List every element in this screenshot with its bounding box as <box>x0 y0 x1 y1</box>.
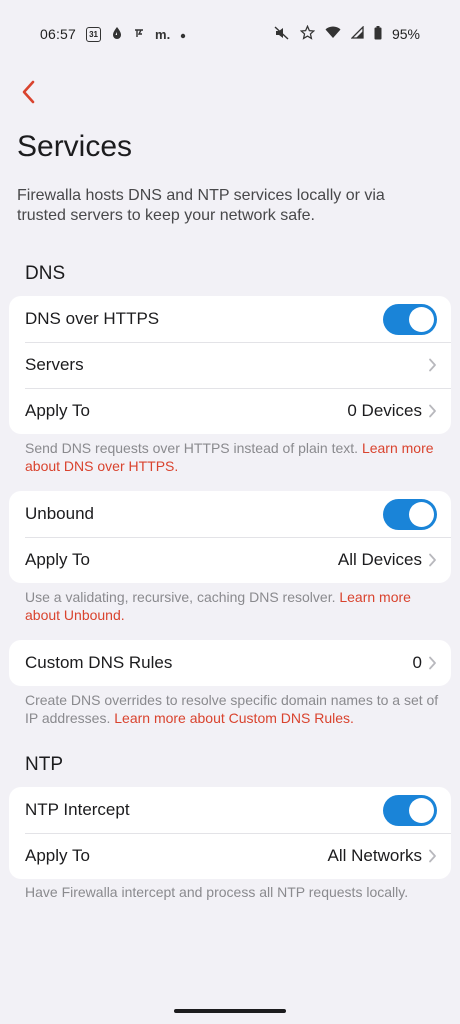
doh-note-text: Send DNS requests over HTTPS instead of … <box>25 440 362 456</box>
ntp-card: NTP Intercept Apply To All Networks <box>9 787 451 879</box>
unbound-apply-row[interactable]: Apply To All Devices <box>9 537 451 583</box>
servers-label: Servers <box>25 355 84 374</box>
back-button[interactable] <box>8 72 48 112</box>
star-icon <box>299 24 316 43</box>
status-right: 95% <box>274 24 420 43</box>
custom-dns-value: 0 <box>412 653 422 672</box>
chevron-left-icon <box>22 80 35 104</box>
cell-signal-icon <box>350 25 364 42</box>
wifi-icon <box>325 26 341 42</box>
ntp-toggle-label: NTP Intercept <box>25 800 130 819</box>
status-letters: m. <box>155 26 171 42</box>
toggle-knob <box>409 501 434 527</box>
doh-apply-right: 0 Devices <box>347 401 437 421</box>
page-description: Firewalla hosts DNS and NTP services loc… <box>17 187 385 224</box>
ntp-apply-label: Apply To <box>25 846 90 865</box>
unbound-card: Unbound Apply To All Devices <box>9 491 451 583</box>
custom-dns-card: Custom DNS Rules 0 <box>9 640 451 686</box>
servers-row[interactable]: Servers <box>9 342 451 388</box>
status-time: 06:57 <box>40 26 77 42</box>
chevron-right-icon <box>429 358 436 372</box>
custom-dns-note: Create DNS overrides to resolve specific… <box>25 691 445 727</box>
toggle-knob <box>409 797 434 823</box>
status-left: 06:57 31 m. <box>40 26 186 43</box>
custom-dns-label: Custom DNS Rules <box>25 653 173 672</box>
unbound-apply-value: All Devices <box>337 550 422 569</box>
ntp-toggle-row: NTP Intercept <box>9 787 451 833</box>
custom-dns-row[interactable]: Custom DNS Rules 0 <box>9 640 451 686</box>
page-title: Services <box>17 130 133 163</box>
calendar-icon: 31 <box>86 26 102 42</box>
doh-toggle-label: DNS over HTTPS <box>25 309 160 328</box>
ntp-apply-value: All Networks <box>327 846 422 865</box>
unbound-apply-label: Apply To <box>25 550 90 569</box>
chevron-right-icon <box>429 553 436 567</box>
ntp-apply-right: All Networks <box>328 846 437 866</box>
doh-apply-label: Apply To <box>25 401 90 420</box>
ntp-note: Have Firewalla intercept and process all… <box>25 884 409 900</box>
home-indicator[interactable] <box>174 1009 286 1013</box>
ntp-section-header: NTP <box>25 754 63 775</box>
custom-dns-right: 0 <box>413 653 437 673</box>
unbound-toggle-label: Unbound <box>25 504 95 523</box>
dot-icon <box>180 26 186 42</box>
ntp-apply-row[interactable]: Apply To All Networks <box>9 833 451 879</box>
ntp-toggle[interactable] <box>383 794 437 826</box>
doh-apply-value: 0 Devices <box>347 401 422 420</box>
chevron-right-icon <box>429 849 436 863</box>
unbound-apply-right: All Devices <box>338 550 437 570</box>
drop-icon <box>111 26 123 43</box>
doh-note: Send DNS requests over HTTPS instead of … <box>25 439 445 475</box>
doh-toggle-row: DNS over HTTPS <box>9 296 451 342</box>
signal-glyph-icon <box>133 27 145 42</box>
battery-icon <box>374 25 382 43</box>
servers-right <box>428 358 437 372</box>
doh-toggle[interactable] <box>383 303 437 335</box>
dns-section-header: DNS <box>25 263 66 284</box>
chevron-right-icon <box>429 404 436 418</box>
mute-icon <box>274 25 290 43</box>
unbound-toggle-row: Unbound <box>9 491 451 537</box>
status-bar: 06:57 31 m. 95% <box>0 0 460 68</box>
unbound-note: Use a validating, recursive, caching DNS… <box>25 588 445 624</box>
unbound-note-text: Use a validating, recursive, caching DNS… <box>25 589 340 605</box>
unbound-toggle[interactable] <box>383 498 437 530</box>
doh-apply-row[interactable]: Apply To 0 Devices <box>9 388 451 434</box>
chevron-right-icon <box>429 656 436 670</box>
battery-percent: 95% <box>391 26 420 42</box>
custom-dns-learn-more-link[interactable]: Learn more about Custom DNS Rules. <box>114 710 354 726</box>
toggle-knob <box>409 306 434 332</box>
doh-card: DNS over HTTPS Servers Apply To 0 Device… <box>9 296 451 434</box>
